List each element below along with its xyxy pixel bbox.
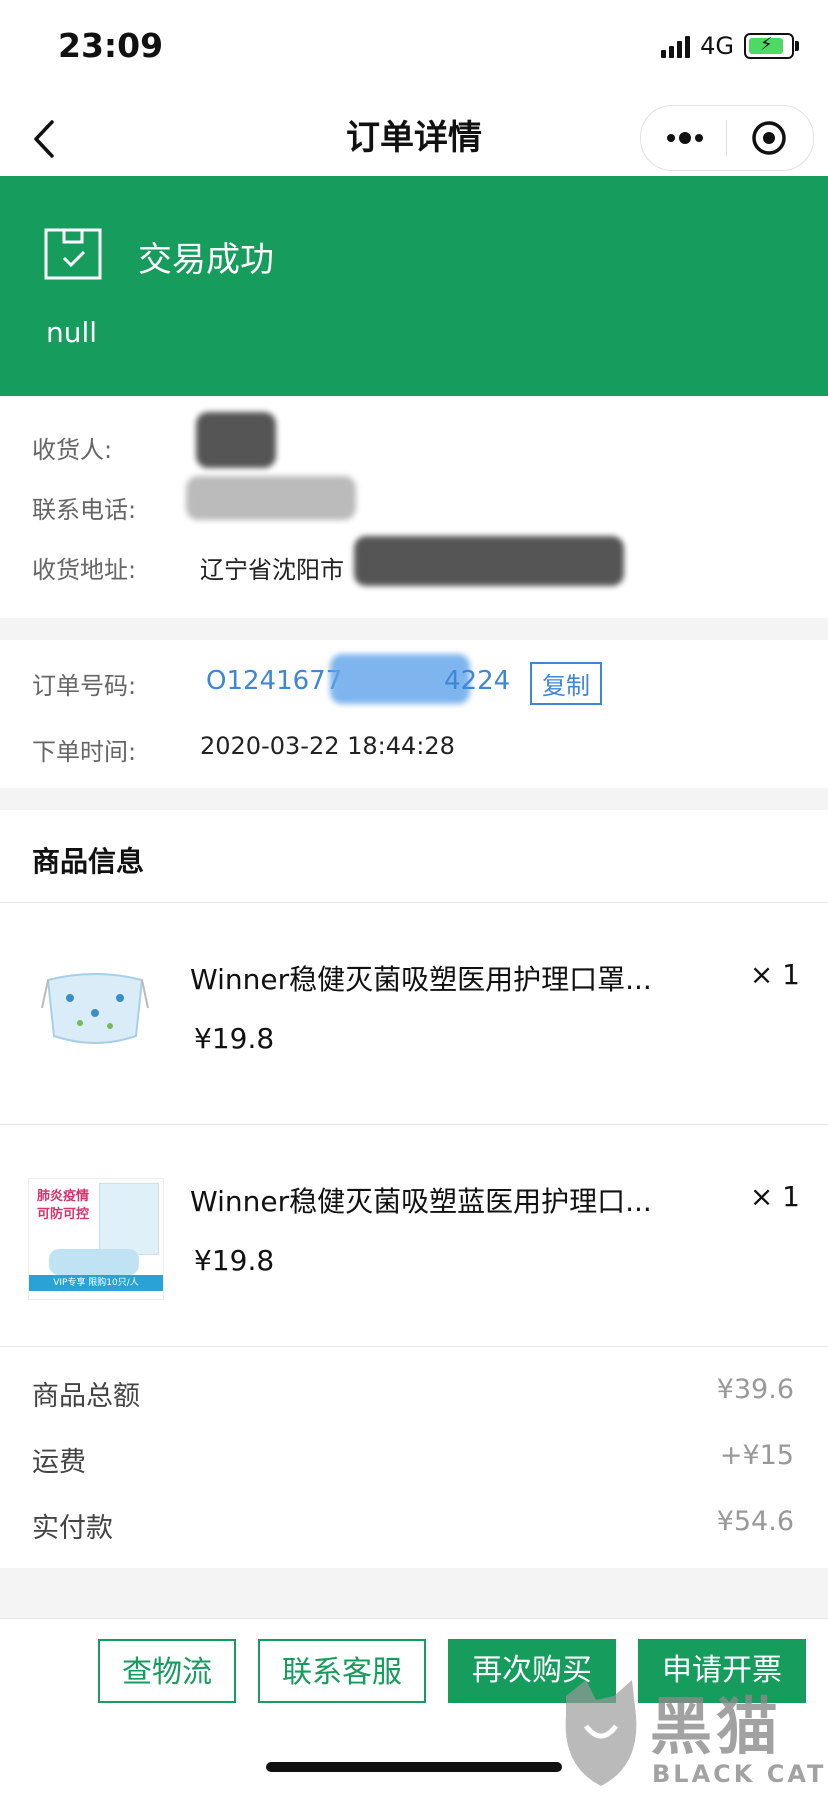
products-header: 商品信息 bbox=[32, 845, 145, 878]
miniprogram-capsule bbox=[640, 105, 814, 171]
home-indicator[interactable] bbox=[266, 1762, 562, 1772]
product-price: ¥19.8 bbox=[194, 1244, 275, 1277]
phone-label: 联系电话: bbox=[32, 496, 137, 524]
paid-label: 实付款 bbox=[32, 1513, 113, 1544]
watermark-cn: 黑猫 bbox=[650, 1690, 783, 1763]
logistics-button[interactable]: 查物流 bbox=[98, 1639, 236, 1703]
thumbnail-text: 可防可控 bbox=[37, 1207, 90, 1222]
close-miniprogram-icon[interactable] bbox=[751, 120, 787, 156]
products-section: 商品信息 Winner稳健灭菌吸塑医用护理口罩... ¥19.8 × 1 肺炎疫… bbox=[0, 810, 828, 1568]
status-subtitle: null bbox=[46, 316, 98, 349]
nav-bar: 订单详情 bbox=[0, 100, 828, 176]
trade-status: 交易成功 bbox=[138, 240, 274, 280]
signal-icon bbox=[661, 34, 691, 58]
package-icon bbox=[44, 228, 102, 280]
product-thumbnail bbox=[41, 973, 149, 1044]
watermark: 黑猫 BLACK CAT bbox=[556, 1676, 828, 1792]
watermark-en: BLACK CAT bbox=[652, 1760, 827, 1788]
order-info-section: 订单号码: O1241677 4224 复制 下单时间: 2020-03-22 … bbox=[0, 640, 828, 788]
redacted-address bbox=[354, 536, 624, 586]
thumbnail-text: 肺炎疫情 bbox=[37, 1189, 90, 1204]
product-price: ¥19.8 bbox=[194, 1022, 275, 1055]
product-quantity: × 1 bbox=[749, 958, 800, 991]
address-value: 辽宁省沈阳市 bbox=[200, 556, 344, 584]
paid-value: ¥54.6 bbox=[716, 1506, 794, 1537]
status-indicators: 4G ⚡ bbox=[661, 32, 799, 60]
status-time: 23:09 bbox=[58, 26, 164, 65]
battery-icon: ⚡ bbox=[744, 33, 799, 59]
order-number-label: 订单号码: bbox=[32, 672, 137, 700]
shipping-label: 运费 bbox=[32, 1447, 86, 1478]
copy-button[interactable]: 复制 bbox=[530, 662, 602, 705]
product-name: Winner稳健灭菌吸塑蓝医用护理口... bbox=[190, 1185, 652, 1218]
address-section: 收货人: 联系电话: 收货地址: 辽宁省沈阳市 bbox=[0, 396, 828, 618]
redacted-phone bbox=[186, 476, 356, 520]
redacted-receiver bbox=[196, 412, 276, 468]
product-thumbnail: 肺炎疫情 可防可控 VIP专享 限购10只/人 bbox=[28, 1178, 164, 1300]
shipping-value: +¥15 bbox=[719, 1440, 794, 1471]
product-quantity: × 1 bbox=[749, 1180, 800, 1213]
cat-logo-icon bbox=[565, 1680, 637, 1786]
subtotal-label: 商品总额 bbox=[32, 1381, 140, 1412]
address-label: 收货地址: bbox=[32, 556, 137, 584]
product-name: Winner稳健灭菌吸塑医用护理口罩... bbox=[190, 963, 652, 996]
order-status-banner: 交易成功 null bbox=[0, 176, 828, 396]
order-time: 2020-03-22 18:44:28 bbox=[200, 732, 455, 760]
product-item[interactable]: 肺炎疫情 可防可控 VIP专享 限购10只/人 Winner稳健灭菌吸塑蓝医用护… bbox=[0, 1124, 828, 1346]
subtotal-value: ¥39.6 bbox=[716, 1374, 794, 1405]
product-item[interactable]: Winner稳健灭菌吸塑医用护理口罩... ¥19.8 × 1 bbox=[0, 902, 828, 1124]
network-type: 4G bbox=[700, 32, 734, 60]
order-number-suffix: 4224 bbox=[444, 666, 511, 696]
contact-service-button[interactable]: 联系客服 bbox=[258, 1639, 426, 1703]
order-number-prefix: O1241677 bbox=[206, 666, 343, 696]
order-time-label: 下单时间: bbox=[32, 738, 137, 766]
thumbnail-text: VIP专享 限购10只/人 bbox=[29, 1275, 163, 1291]
receiver-label: 收货人: bbox=[32, 436, 113, 464]
status-bar: 23:09 4G ⚡ bbox=[0, 0, 828, 100]
more-icon[interactable] bbox=[663, 118, 707, 158]
order-number: O1241677 bbox=[206, 666, 342, 696]
